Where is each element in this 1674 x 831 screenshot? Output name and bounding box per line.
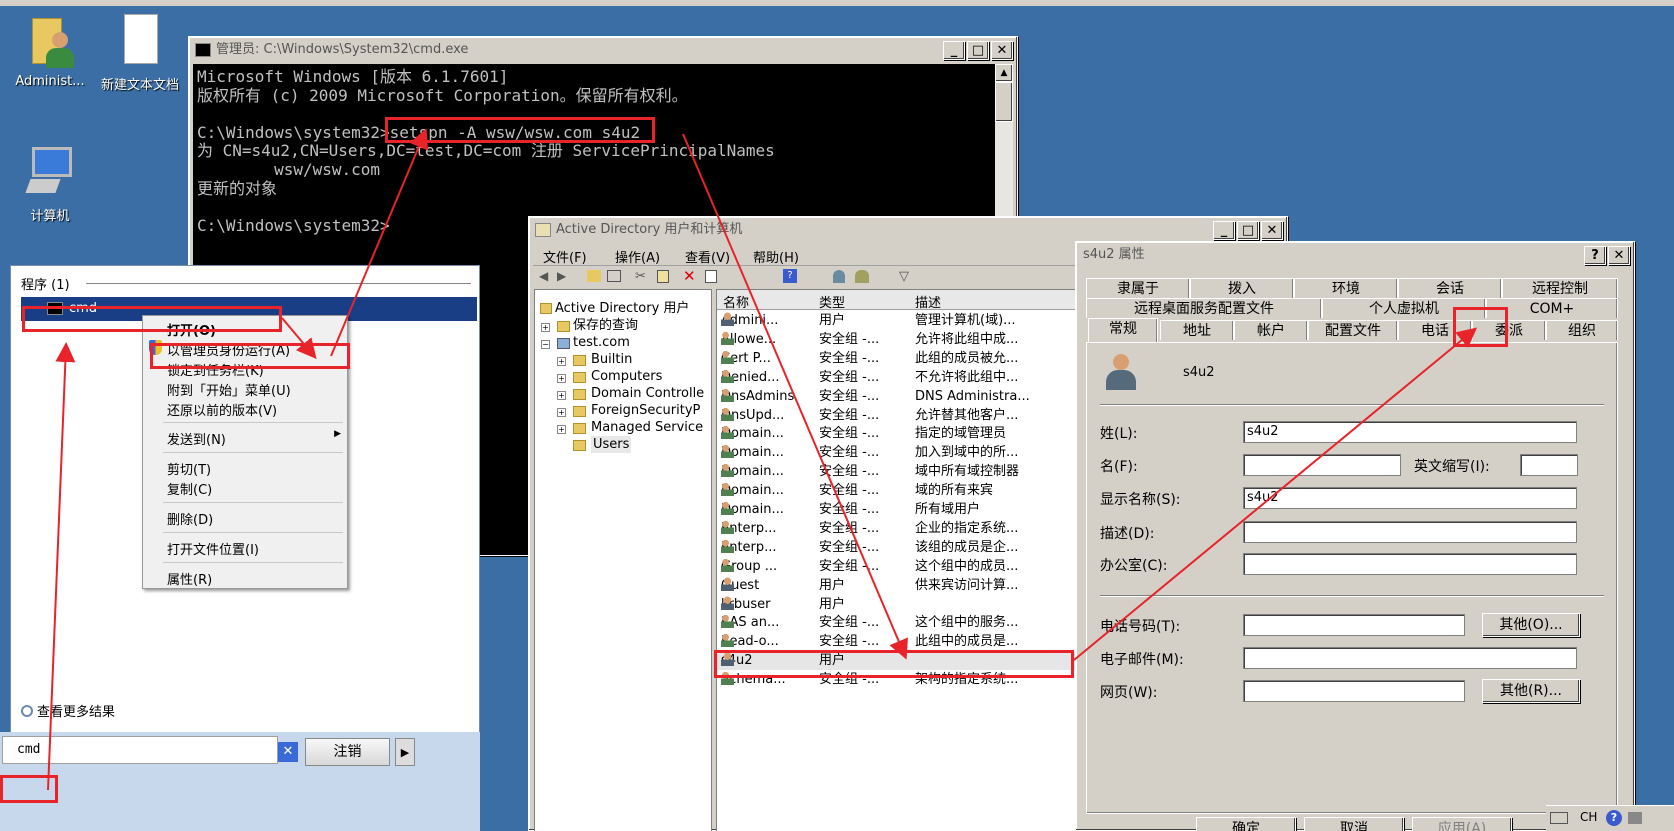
annotation-arrows: [47, 128, 1478, 791]
